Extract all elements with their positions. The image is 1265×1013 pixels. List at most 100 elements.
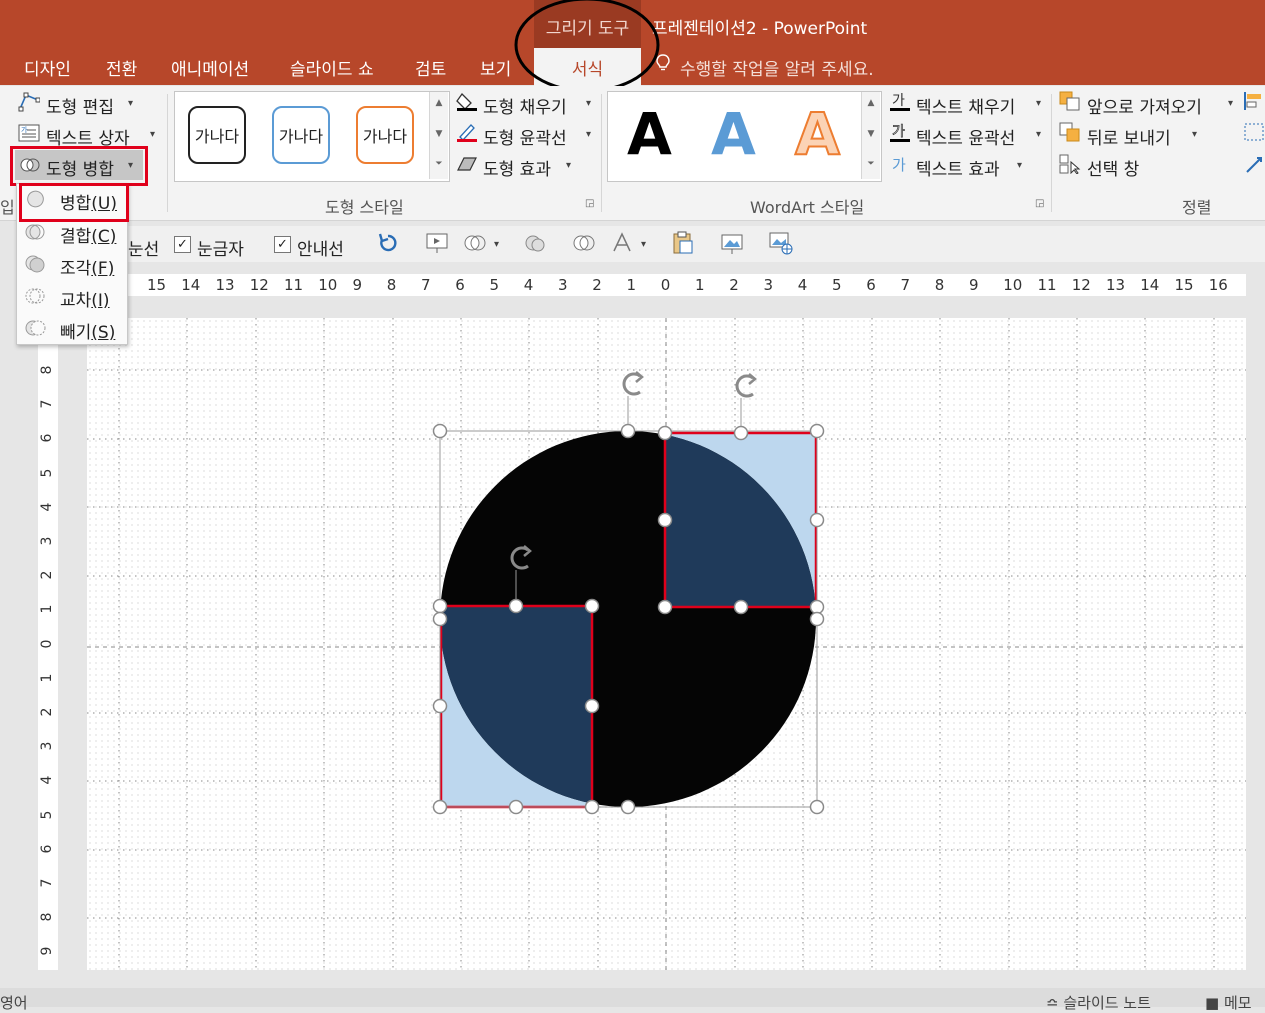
group-divider [601,94,602,212]
wordart-preset-1[interactable]: A [627,100,672,168]
union-quick-icon[interactable] [523,232,547,254]
edit-shape-button[interactable]: 도형 편집 [46,93,114,118]
arrange-group-label: 정렬 [1182,198,1212,217]
chevron-down-icon: ▾ [566,160,572,171]
shape-style-preset-3[interactable]: 가나다 [356,106,414,164]
intersect-quick-icon[interactable] [571,232,597,254]
text-box-icon: 가 [18,124,40,142]
ruler-tick-label: 3 [39,741,55,751]
tab-animations[interactable]: 애니메이션 [171,55,249,80]
shape-style-preset-2[interactable]: 가나다 [272,106,330,164]
ruler-tick-label: 6 [39,844,55,854]
ruler-tick-label: 10 [1003,276,1023,294]
ruler-tick-label: 8 [386,276,397,294]
text-fill-icon: 가 [890,93,910,111]
svg-text:가: 가 [892,156,906,174]
subtract-icon [25,320,46,336]
menu-item-subtract-label: 빼기(S) [60,323,116,343]
tell-me-search[interactable]: 수행할 작업을 알려 주세요. [680,55,874,80]
language-status[interactable]: 영어 [0,992,28,1013]
dialog-launcher-icon[interactable]: ◲ [1035,198,1044,209]
ruler-tick-label: 0 [39,639,55,649]
wordart-group-label: WordArt 스타일 [750,198,865,217]
ruler-tick-label: 2 [729,276,739,294]
send-backward-button[interactable]: 뒤로 보내기 [1087,124,1171,149]
ruler-tick-label: 5 [39,468,55,478]
undo-icon[interactable] [377,232,399,254]
gallery-scroll-up-button[interactable]: ▲ [430,94,448,112]
guides-checkbox[interactable]: ✓ [274,236,291,253]
align-icon[interactable] [1243,91,1265,111]
shape-fill-button[interactable]: 도형 채우기 [483,93,567,118]
tab-slide-show[interactable]: 슬라이드 쇼 [290,55,374,80]
ruler-tick-label: 9 [969,276,979,294]
ruler-tick-label: 13 [1106,276,1126,294]
wordart-scroll-up-button[interactable]: ▲ [862,94,880,112]
gridlines-label: 눈선 [128,240,160,260]
dialog-launcher-icon[interactable]: ◲ [585,198,594,209]
tab-review[interactable]: 검토 [415,55,446,80]
menu-item-combine-label: 결합(C) [60,227,117,247]
chevron-down-icon: ▾ [586,129,592,140]
gallery-more-button[interactable]: ⏷ [430,155,448,173]
pen-outline-icon [457,124,477,142]
ruler-tick-label: 1 [39,604,55,614]
gallery-scroll-down-button[interactable]: ▼ [430,125,448,143]
shape-effects-button[interactable]: 도형 효과 [483,155,551,180]
ruler-tick-label: 4 [39,775,55,785]
chevron-down-icon: ▾ [1017,160,1023,171]
wordart-preset-3[interactable]: A [794,99,841,169]
text-fill-button[interactable]: 텍스트 채우기 [916,93,1015,118]
text-effects-button[interactable]: 텍스트 효과 [916,155,1000,180]
insert-picture-icon[interactable] [720,231,744,255]
intersect-icon [25,288,45,304]
ruler-tick-label: 2 [592,276,602,294]
text-outline-quick-icon[interactable] [611,232,633,254]
tab-transitions[interactable]: 전환 [106,55,137,80]
comments-button[interactable]: ■ 메모 [1205,992,1252,1013]
ruler-tick-label: 9 [39,946,55,956]
ruler-tick-label: 7 [39,399,55,409]
wordart-scroll-down-button[interactable]: ▼ [862,125,880,143]
ruler-tick-label: 1 [39,673,55,683]
ruler-tick-label: 1 [695,276,705,294]
ruler-checkbox[interactable]: ✓ [174,236,191,253]
group-objects-icon[interactable] [1243,122,1265,142]
chevron-down-icon: ▾ [128,98,134,109]
ruler-tick-label: 3 [558,276,568,294]
merge-shapes-quick-icon[interactable] [463,232,489,254]
ruler-tick-label: 7 [900,276,911,294]
chevron-down-icon: ▾ [1228,98,1234,109]
from-beginning-icon[interactable] [425,232,449,254]
fragment-icon [25,255,45,273]
combine-icon [25,224,45,240]
send-backward-icon [1059,122,1080,142]
ruler-tick-label: 10 [318,276,338,294]
notes-button[interactable]: ≏ 슬라이드 노트 [1046,992,1151,1013]
shape-effects-icon [457,157,477,171]
ruler-tick-label: 14 [181,276,201,294]
paint-bucket-icon [456,92,477,111]
bring-forward-button[interactable]: 앞으로 가져오기 [1087,93,1202,118]
selection-pane-button[interactable]: 선택 창 [1087,155,1139,180]
guides-label: 안내선 [297,240,344,260]
online-picture-icon[interactable] [768,231,794,255]
tab-design[interactable]: 디자인 [24,55,71,80]
text-outline-button[interactable]: 텍스트 윤곽선 [916,124,1015,149]
ruler-tick-label: 5 [39,810,55,820]
wordart-preset-2[interactable]: A [711,100,756,168]
ruler-tick-label: 8 [39,912,55,922]
rotate-icon[interactable] [1243,154,1265,174]
wordart-more-button[interactable]: ⏷ [862,155,880,173]
ruler-tick-label: 4 [39,502,55,512]
svg-text:가: 가 [21,125,28,134]
merge-shapes-highlight [10,146,148,186]
shape-outline-button[interactable]: 도형 윤곽선 [483,124,567,149]
ruler-tick-label: 16 [1208,276,1228,294]
slide-content [87,318,1246,970]
paste-icon[interactable] [672,231,694,255]
tab-view[interactable]: 보기 [480,55,511,80]
chevron-down-icon: ▾ [586,98,592,109]
shape-style-preset-1[interactable]: 가나다 [188,106,246,164]
ruler-tick-label: 2 [39,707,55,717]
